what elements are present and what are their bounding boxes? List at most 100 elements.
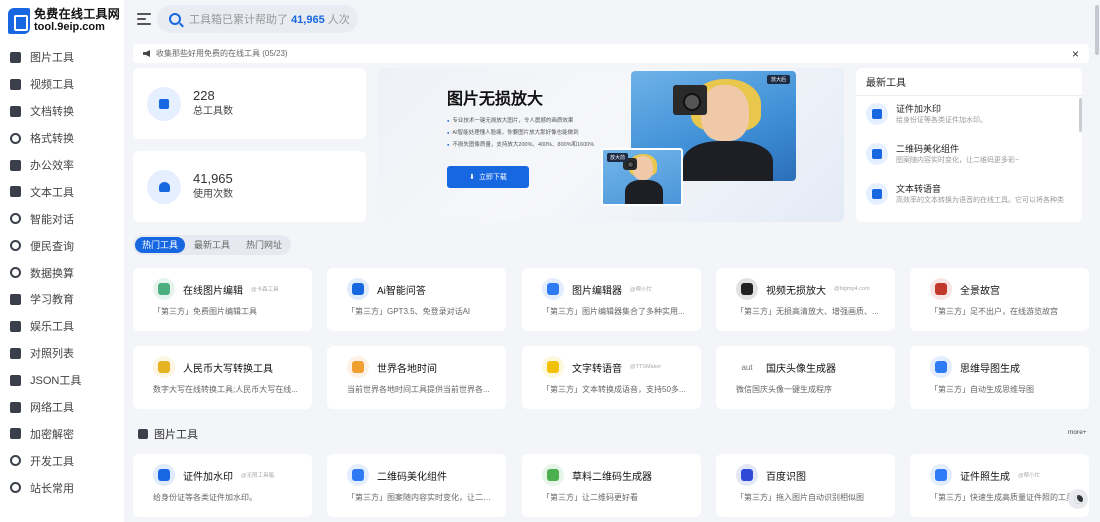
download-button[interactable]: ⬇ 立即下载 [447, 166, 529, 188]
layers-icon [10, 347, 21, 359]
tool-card[interactable]: 图片编辑器 @帮小忙 「第三方」图片编辑器集合了多种实用... [522, 268, 701, 331]
tool-card[interactable]: 视频无损放大 @bigmp4.com 「第三方」无损高清放大、增强画质、... [716, 268, 895, 331]
tool-author: @bigmp4.com [834, 286, 870, 292]
sidebar-nav: 图片工具视频工具文档转换格式转换办公效率 文本工具 智能对话便民查询数据换算 学习教育… [0, 44, 124, 501]
sidebar-item-label: 便民查询 [30, 240, 74, 253]
sidebar-item[interactable]: 文档转换 [0, 98, 124, 125]
tool-card[interactable]: 二维码美化组件 「第三方」图案随内容实时变化，让二维... [327, 454, 506, 517]
tool-desc: 「第三方」足不出户，在线游览故宫 [930, 307, 1058, 316]
tool-card[interactable]: 在线图片编辑 @卡森工具 「第三方」免费图片编辑工具 [133, 268, 312, 331]
sidebar-item[interactable]: 数据换算 [0, 259, 124, 286]
tool-author: @帮小忙 [1018, 473, 1041, 479]
watermark-icon [866, 103, 888, 125]
tool-card[interactable]: 全景故宫 「第三方」足不出户，在线游览故宫 [910, 268, 1089, 331]
image-alt-text: aut [741, 362, 753, 372]
sidebar-item[interactable]: 视频工具 [0, 71, 124, 98]
sidebar-item[interactable]: 娱乐工具 [0, 313, 124, 340]
page-scrollbar[interactable] [1094, 0, 1100, 522]
speech-icon [866, 183, 888, 205]
video-icon [10, 78, 21, 90]
tool-name: 百度识图 [766, 471, 806, 483]
caoliao-icon [542, 464, 564, 486]
speaker-icon [143, 50, 150, 57]
latest-scrollbar[interactable] [1079, 98, 1082, 132]
promo-banner[interactable]: 图片无损放大 专业技术一键无损放大图片，令人震撼的画质效果 AI智能处理懂人脸痛… [378, 68, 844, 222]
tool-card[interactable]: 证件加水印 @无限工具箱 给身份证等各类证件加水印。 [133, 454, 312, 517]
tool-desc: 微信国庆头像一键生成程序 [736, 385, 832, 394]
site-logo[interactable]: 免费在线工具网 tool.9eip.com [8, 8, 120, 34]
tool-name: 证件照生成 [960, 471, 1010, 483]
banner-point: 专业技术一键无损放大图片，令人震撼的画质效果 [447, 115, 594, 127]
tool-card[interactable]: 思维导图生成 「第三方」自动生成思维导图 [910, 346, 1089, 409]
tool-tabs: 热门工具 最新工具 热门网址 [133, 235, 292, 255]
sidebar-item[interactable]: 学习教育 [0, 286, 124, 313]
sidebar-item[interactable]: JSON工具 [0, 367, 124, 394]
download-icon: ⬇ [469, 174, 475, 181]
gear-icon [10, 267, 21, 279]
latest-item-name: 二维码美化组件 [896, 144, 960, 154]
sidebar-item[interactable]: 便民查询 [0, 232, 124, 259]
sidebar-item[interactable]: 加密解密 [0, 420, 124, 447]
tool-card[interactable]: 百度识图「第三方」拖入图片自动识别相似图 [716, 454, 895, 517]
sidebar-item-label: 站长常用 [30, 482, 74, 495]
tab-hot-tools[interactable]: 热门工具 [135, 237, 186, 253]
menu-toggle-icon[interactable] [137, 13, 151, 25]
sidebar-item-label: JSON工具 [30, 375, 82, 388]
stat-value: 228 [193, 87, 215, 103]
tab-hot-sites[interactable]: 热门网址 [239, 237, 289, 253]
tool-card[interactable]: 草料二维码生成器 「第三方」让二维码更好看 [522, 454, 701, 517]
sidebar-item-label: 开发工具 [30, 455, 74, 468]
sidebar-item-label: 娱乐工具 [30, 321, 74, 334]
sidebar-item[interactable]: 对照列表 [0, 340, 124, 367]
photo-before: 放大前 [601, 148, 683, 206]
sidebar-item-label: 格式转换 [30, 133, 74, 146]
logo-url: tool.9eip.com [34, 21, 105, 33]
latest-item[interactable]: 证件加水印 给身份证等各类证件加水印。 [856, 96, 1082, 136]
tool-desc: 「第三方」文本转换成语音，支持50多... [542, 385, 686, 394]
tag-before: 放大前 [607, 153, 629, 162]
broken-image-icon: aut [736, 356, 758, 378]
tool-desc: 「第三方」让二维码更好看 [542, 493, 638, 502]
latest-item-desc: 图案随内容实时变化，让二维码更多彩~ [896, 157, 1020, 164]
graduation-icon [10, 293, 21, 305]
logo-icon [8, 8, 30, 34]
sidebar-item[interactable]: 网络工具 [0, 394, 124, 421]
tool-card[interactable]: 文字转语音 @TTSMaker 「第三方」文本转换成语音，支持50多... [522, 346, 701, 409]
theme-toggle-button[interactable] [1068, 489, 1088, 509]
sidebar-item[interactable]: 图片工具 [0, 44, 124, 71]
search-icon [10, 240, 21, 252]
sidebar-item[interactable]: 文本工具 [0, 178, 124, 205]
search-bar[interactable]: 工具箱已累计帮助了 41,965 人次 [157, 5, 358, 33]
tool-card[interactable]: Ai智能问答 「第三方」GPT3.5、免登录对话AI [327, 268, 506, 331]
tag-after: 放大后 [766, 75, 790, 84]
sidebar-item-label: 视频工具 [30, 79, 74, 92]
tool-name: 视频无损放大 [766, 285, 826, 297]
sidebar-item[interactable]: 格式转换 [0, 125, 124, 152]
latest-item-desc: 给身份证等各类证件加水印。 [896, 117, 987, 124]
more-link[interactable]: more+ [1068, 429, 1087, 436]
book-icon [10, 186, 21, 198]
tool-card[interactable]: 世界各地时间 当前世界各地时间工具提供当前世界各... [327, 346, 506, 409]
sidebar-item[interactable]: 智能对话 [0, 205, 124, 232]
tool-card[interactable]: 证件照生成 @帮小忙 「第三方」快速生成高质量证件照的工具 [910, 454, 1089, 517]
image-icon [10, 51, 21, 63]
tab-latest-tools[interactable]: 最新工具 [187, 237, 237, 253]
tool-name: 人民币大写转换工具 [183, 363, 273, 375]
latest-item-desc: 高效率的文本转换为语音的在线工具。它可以将各种类 [896, 197, 1064, 204]
close-icon[interactable]: × [1072, 47, 1079, 61]
section-title: 图片工具 [154, 429, 198, 441]
tool-card[interactable]: 人民币大写转换工具 数字大写在线转换工具;人民币大写在线... [133, 346, 312, 409]
tool-desc: 「第三方」免费图片编辑工具 [153, 307, 257, 316]
latest-item[interactable]: 二维码美化组件 图案随内容实时变化，让二维码更多彩~ [856, 136, 1082, 176]
tool-author: @TTSMaker [630, 364, 662, 370]
qrcode-icon [347, 464, 369, 486]
sidebar-item[interactable]: 办公效率 [0, 152, 124, 179]
sidebar-item[interactable]: 开发工具 [0, 447, 124, 474]
heart-icon [147, 169, 181, 204]
tool-name: 在线图片编辑 [183, 285, 243, 297]
tool-desc: 「第三方」拖入图片自动识别相似图 [736, 493, 864, 502]
sidebar-item[interactable]: 站长常用 [0, 474, 124, 501]
latest-item[interactable]: 文本转语音 高效率的文本转换为语音的在线工具。它可以将各种类 [856, 176, 1082, 216]
tool-card[interactable]: aut 国庆头像生成器 微信国庆头像一键生成程序 [716, 346, 895, 409]
editor-icon [542, 278, 564, 300]
